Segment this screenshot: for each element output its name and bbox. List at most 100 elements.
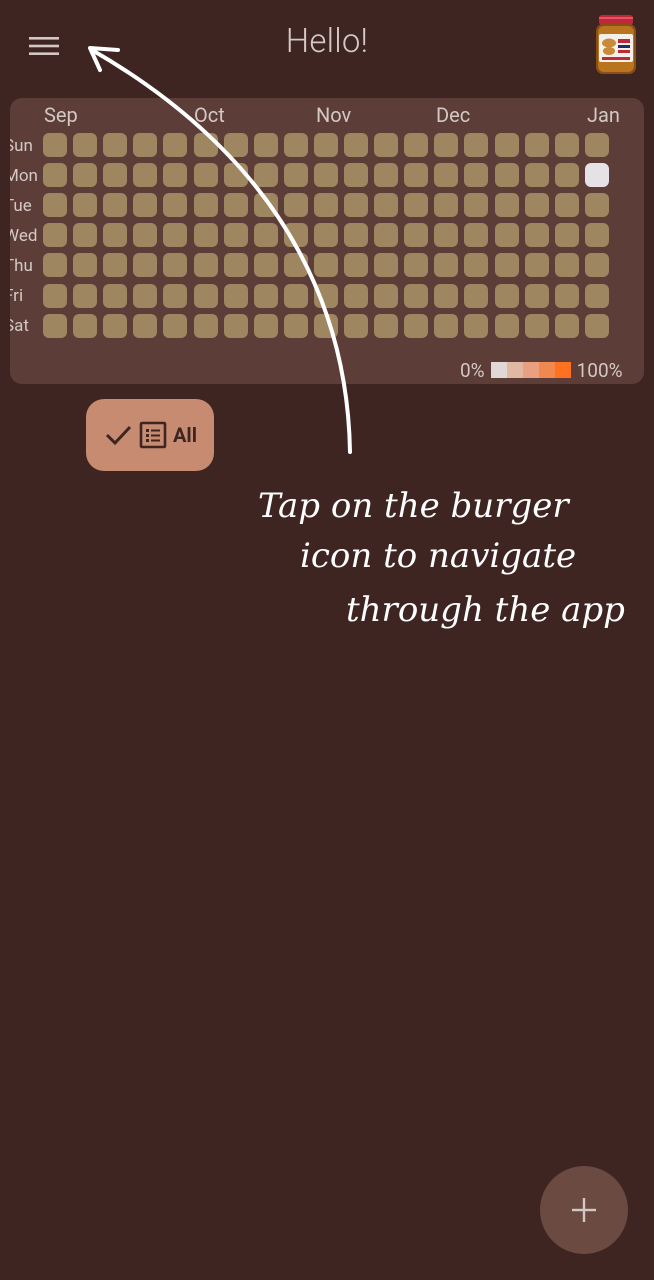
heatmap-cell[interactable] <box>313 193 338 218</box>
heatmap-cell[interactable] <box>313 253 338 278</box>
heatmap-cell[interactable] <box>283 133 308 157</box>
heatmap-cell[interactable] <box>103 163 128 188</box>
heatmap-cell[interactable] <box>374 313 399 338</box>
heatmap-cell[interactable] <box>253 193 278 218</box>
heatmap-cell[interactable] <box>103 193 128 218</box>
heatmap-cell[interactable] <box>163 193 188 218</box>
heatmap-cell[interactable] <box>434 253 459 278</box>
heatmap-cell[interactable] <box>163 133 188 157</box>
heatmap-cell[interactable] <box>163 253 188 278</box>
heatmap-cell[interactable] <box>43 193 67 218</box>
heatmap-cell[interactable] <box>313 223 338 248</box>
heatmap-cell[interactable] <box>554 223 579 248</box>
heatmap-cell[interactable] <box>584 163 609 188</box>
heatmap-cell[interactable] <box>524 313 549 338</box>
heatmap-cell[interactable] <box>584 223 609 248</box>
heatmap-cell[interactable] <box>163 283 188 308</box>
heatmap-cell[interactable] <box>193 283 218 308</box>
heatmap-cell[interactable] <box>223 253 248 278</box>
heatmap-cell[interactable] <box>283 193 308 218</box>
heatmap-cell[interactable] <box>554 133 579 157</box>
heatmap-cell[interactable] <box>494 253 519 278</box>
heatmap-cell[interactable] <box>283 283 308 308</box>
heatmap-cell[interactable] <box>494 223 519 248</box>
heatmap-cell[interactable] <box>133 283 158 308</box>
heatmap-cell[interactable] <box>223 313 248 338</box>
heatmap-cell[interactable] <box>404 223 429 248</box>
heatmap-cell[interactable] <box>253 163 278 188</box>
heatmap-cell[interactable] <box>374 133 399 157</box>
heatmap-cell[interactable] <box>283 313 308 338</box>
heatmap-cell[interactable] <box>434 193 459 218</box>
heatmap-cell[interactable] <box>133 313 158 338</box>
heatmap-cell[interactable] <box>344 163 368 188</box>
heatmap-cell[interactable] <box>464 193 489 218</box>
heatmap-cell[interactable] <box>434 163 459 188</box>
heatmap-cell[interactable] <box>344 223 368 248</box>
heatmap-cell[interactable] <box>584 133 609 157</box>
heatmap-cell[interactable] <box>464 133 489 157</box>
heatmap-cell[interactable] <box>404 253 429 278</box>
heatmap-cell[interactable] <box>163 223 188 248</box>
heatmap-cell[interactable] <box>464 163 489 188</box>
heatmap-cell[interactable] <box>73 313 98 338</box>
heatmap-cell[interactable] <box>193 193 218 218</box>
heatmap-cell[interactable] <box>73 193 98 218</box>
heatmap-cell[interactable] <box>404 313 429 338</box>
heatmap-cell[interactable] <box>133 133 158 157</box>
heatmap-cell[interactable] <box>374 163 399 188</box>
heatmap-cell[interactable] <box>223 223 248 248</box>
heatmap-cell[interactable] <box>253 223 278 248</box>
add-habit-button[interactable] <box>540 1166 628 1254</box>
heatmap-cell[interactable] <box>193 133 218 157</box>
heatmap-cell[interactable] <box>524 163 549 188</box>
heatmap-cell[interactable] <box>43 283 67 308</box>
heatmap-cell[interactable] <box>584 253 609 278</box>
heatmap-cell[interactable] <box>434 133 459 157</box>
heatmap-cell[interactable] <box>554 163 579 188</box>
heatmap-cell[interactable] <box>253 133 278 157</box>
heatmap-cell[interactable] <box>313 313 338 338</box>
heatmap-cell[interactable] <box>374 283 399 308</box>
heatmap-cell[interactable] <box>554 193 579 218</box>
heatmap-cell[interactable] <box>133 163 158 188</box>
heatmap-cell[interactable] <box>584 313 609 338</box>
heatmap-cell[interactable] <box>494 163 519 188</box>
filter-all-chip[interactable]: All <box>86 399 214 471</box>
heatmap-cell[interactable] <box>404 193 429 218</box>
heatmap-cell[interactable] <box>103 253 128 278</box>
heatmap-cell[interactable] <box>404 133 429 157</box>
heatmap-cell[interactable] <box>43 253 67 278</box>
heatmap-cell[interactable] <box>193 253 218 278</box>
heatmap-cell[interactable] <box>103 283 128 308</box>
heatmap-cell[interactable] <box>494 313 519 338</box>
heatmap-cell[interactable] <box>223 193 248 218</box>
heatmap-cell[interactable] <box>103 223 128 248</box>
heatmap-cell[interactable] <box>43 163 67 188</box>
heatmap-cell[interactable] <box>43 313 67 338</box>
heatmap-cell[interactable] <box>103 133 128 157</box>
heatmap-cell[interactable] <box>554 253 579 278</box>
heatmap-cell[interactable] <box>73 253 98 278</box>
heatmap-cell[interactable] <box>344 283 368 308</box>
heatmap-cell[interactable] <box>404 283 429 308</box>
heatmap-cell[interactable] <box>344 253 368 278</box>
heatmap-cell[interactable] <box>133 193 158 218</box>
heatmap-cell[interactable] <box>103 313 128 338</box>
heatmap-cell[interactable] <box>554 283 579 308</box>
heatmap-cell[interactable] <box>223 163 248 188</box>
heatmap-cell[interactable] <box>524 223 549 248</box>
heatmap-cell[interactable] <box>344 193 368 218</box>
heatmap-cell[interactable] <box>283 163 308 188</box>
heatmap-cell[interactable] <box>133 223 158 248</box>
heatmap-cell[interactable] <box>374 253 399 278</box>
heatmap-cell[interactable] <box>554 313 579 338</box>
heatmap-cell[interactable] <box>464 253 489 278</box>
heatmap-cell[interactable] <box>434 283 459 308</box>
heatmap-cell[interactable] <box>524 253 549 278</box>
heatmap-cell[interactable] <box>193 313 218 338</box>
heatmap-cell[interactable] <box>344 313 368 338</box>
heatmap-cell[interactable] <box>494 133 519 157</box>
heatmap-cell[interactable] <box>494 283 519 308</box>
heatmap-cell[interactable] <box>73 283 98 308</box>
